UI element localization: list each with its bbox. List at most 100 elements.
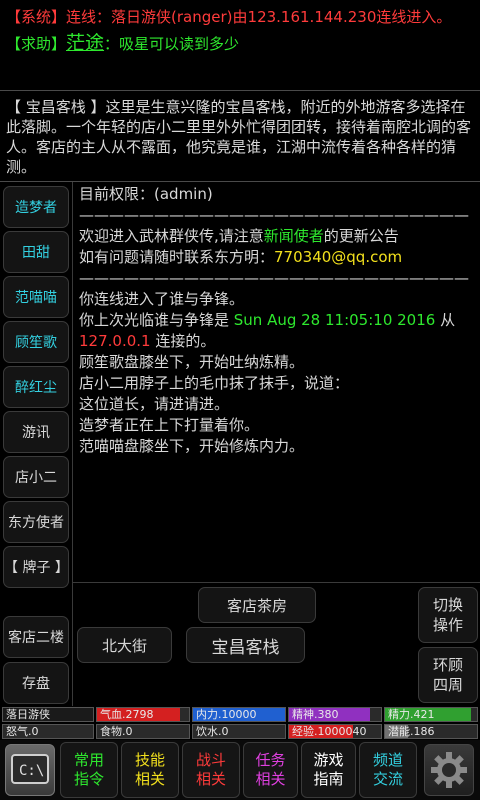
jingli-label: 精力.421 — [388, 708, 435, 721]
message-line: 127.0.0.1 连接的。 — [79, 331, 474, 352]
toolbar-label-line2: 相关 — [255, 770, 286, 788]
message-text: 如有问题请随时联系东方明： — [79, 248, 275, 266]
npc-button[interactable]: 范喵喵 — [3, 276, 69, 318]
message-line: 目前权限：(admin) — [79, 185, 213, 203]
message-text: 欢迎进入武林群侠传,请注意 — [79, 227, 264, 245]
neili-label: 内力.10000 — [196, 708, 257, 721]
nuqi-label: 怒气.0 — [6, 725, 39, 738]
current-room-button[interactable]: 宝昌客栈 — [186, 627, 305, 663]
status-bars: 落日游侠 气血.2798 内力.10000 精神.380 精力.421 怒气.0… — [0, 706, 480, 740]
exit-west-button[interactable]: 北大街 — [77, 627, 172, 663]
terminal-icon[interactable]: C:\ — [5, 744, 55, 796]
toolbar-label: 频道 交流 — [373, 751, 403, 789]
help-message: 【求助】茫途：吸星可以读到多少 — [6, 30, 474, 57]
jingyan-bar: 经验.1000040 — [288, 724, 382, 739]
message-line: 范喵喵盘膝坐下，开始修炼内力。 — [79, 437, 305, 455]
npc-button[interactable]: 田甜 — [3, 231, 69, 273]
message-text: 从 — [435, 311, 456, 329]
save-button[interactable]: 存盘 — [3, 662, 69, 704]
qianneng-label: 潜能.186 — [388, 725, 435, 738]
svg-text:C:\: C:\ — [19, 763, 44, 779]
npc-button[interactable]: 游讯 — [3, 411, 69, 453]
room-description: 【 宝昌客栈 】这里是生意兴隆的宝昌客栈，附近的外地游客多选择在此落脚。一个年轻… — [0, 90, 480, 182]
toolbar-label-line2: 相关 — [134, 770, 165, 788]
last-login-ip: 127.0.0.1 — [79, 332, 151, 350]
toolbar-button-combat[interactable]: 战斗 相关 — [182, 742, 240, 798]
bottom-toolbar: C:\ 常用 指令 技能 相关 战斗 相关 任务 相关 游戏 指南 频道 交流 — [0, 740, 480, 800]
toolbar-label: 战斗 相关 — [196, 751, 226, 789]
nuqi-bar: 怒气.0 — [2, 724, 94, 739]
qixue-label: 气血.2798 — [100, 708, 154, 721]
contact-email: 770340@qq.com — [274, 248, 403, 266]
help-text: 吸星可以读到多少 — [119, 35, 240, 53]
toolbar-label: 游戏 指南 — [313, 751, 343, 789]
toolbar-label-line2: 交流 — [372, 770, 403, 788]
message-line: 这位道长，请进请进。 — [79, 395, 230, 413]
toolbar-button-common[interactable]: 常用 指令 — [60, 742, 118, 798]
message-log: 目前权限：(admin) —————————————————————————— … — [72, 182, 480, 582]
toolbar-label-line1: 任务 — [255, 751, 286, 769]
message-line: 欢迎进入武林群侠传,请注意新闻使者的更新公告 — [79, 226, 474, 247]
exit-north-button[interactable]: 客店茶房 — [198, 587, 316, 623]
message-line: 如有问题请随时联系东方明：770340@qq.com — [79, 247, 474, 268]
divider: —————————————————————————— — [79, 206, 469, 224]
toolbar-label-line1: 常用 — [73, 751, 104, 769]
news-messenger-link[interactable]: 新闻使者 — [264, 227, 324, 245]
message-text: 的更新公告 — [323, 227, 399, 245]
yinshui-bar: 饮水.0 — [192, 724, 286, 739]
toolbar-label: 任务 相关 — [255, 751, 285, 789]
npc-button[interactable]: 店小二 — [3, 456, 69, 498]
player-name: 落日游侠 — [6, 708, 50, 721]
toolbar-label-line2: 指令 — [73, 770, 104, 788]
toolbar-label: 常用 指令 — [74, 751, 104, 789]
jingshen-label: 精神.380 — [292, 708, 339, 721]
message-text: 连接的。 — [150, 332, 216, 350]
message-line: 你上次光临谁与争锋是 Sun Aug 28 11:05:10 2016 从 — [79, 310, 474, 331]
npc-button[interactable]: 顾笙歌 — [3, 321, 69, 363]
toolbar-button-quests[interactable]: 任务 相关 — [243, 742, 298, 798]
exit-button-upstairs[interactable]: 客店二楼 — [3, 616, 69, 658]
last-login-time: Sun Aug 28 11:05:10 2016 — [233, 311, 436, 329]
jingshen-bar: 精神.380 — [288, 707, 382, 722]
toolbar-label-line1: 战斗 — [195, 751, 226, 769]
system-tag: 【系统】 — [6, 8, 67, 26]
npc-button[interactable]: 东方使者 — [3, 501, 69, 543]
toolbar-button-skills[interactable]: 技能 相关 — [121, 742, 179, 798]
neili-bar: 内力.10000 — [192, 707, 286, 722]
npc-list: 造梦者 田甜 范喵喵 顾笙歌 醉红尘 游讯 店小二 东方使者 【 牌子 】 客店… — [0, 182, 72, 712]
jingli-bar: 精力.421 — [384, 707, 478, 722]
switch-mode-button[interactable]: 切换操作 — [418, 587, 478, 643]
toolbar-button-guide[interactable]: 游戏 指南 — [301, 742, 356, 798]
jingyan-label: 经验.1000040 — [292, 725, 367, 738]
system-player-name: 落日游侠(ranger) — [111, 8, 233, 26]
divider: —————————————————————————— — [79, 269, 469, 287]
toolbar-label-line2: 相关 — [195, 770, 226, 788]
toolbar-label: 技能 相关 — [135, 751, 165, 789]
toolbar-label-line2: 指南 — [313, 770, 344, 788]
help-tag: 【求助】 — [6, 35, 67, 53]
shiwu-label: 食物.0 — [100, 725, 133, 738]
chat-panel: 【系统】连线：落日游侠(ranger)由123.161.144.230连线进入。… — [0, 0, 480, 88]
gear-icon[interactable] — [424, 744, 474, 796]
qixue-bar: 气血.2798 — [96, 707, 190, 722]
shiwu-bar: 食物.0 — [96, 724, 190, 739]
toolbar-label-line1: 技能 — [134, 751, 165, 769]
message-line: 店小二用脖子上的毛巾抹了抹手，说道： — [79, 374, 350, 392]
message-line: 造梦者正在上下打量着你。 — [79, 416, 260, 434]
toolbar-label-line1: 游戏 — [313, 751, 344, 769]
yinshui-label: 饮水.0 — [196, 725, 229, 738]
system-suffix: 由123.161.144.230连线进入。 — [232, 8, 452, 26]
npc-button[interactable]: 醉红尘 — [3, 366, 69, 408]
system-prefix: 连线： — [66, 8, 112, 26]
player-name-bar: 落日游侠 — [2, 707, 94, 722]
npc-button[interactable]: 【 牌子 】 — [3, 546, 69, 588]
qianneng-bar: 潜能.186 — [384, 724, 478, 739]
help-user-link[interactable]: 茫途 — [66, 32, 104, 54]
system-message: 【系统】连线：落日游侠(ranger)由123.161.144.230连线进入。 — [6, 4, 474, 30]
look-around-button[interactable]: 环顾四周 — [418, 647, 478, 703]
help-sep: ： — [104, 35, 120, 53]
message-line: 顾笙歌盘膝坐下，开始吐纳炼精。 — [79, 353, 305, 371]
npc-button[interactable]: 造梦者 — [3, 186, 69, 228]
toolbar-label-line1: 频道 — [372, 751, 403, 769]
toolbar-button-channels[interactable]: 频道 交流 — [359, 742, 417, 798]
